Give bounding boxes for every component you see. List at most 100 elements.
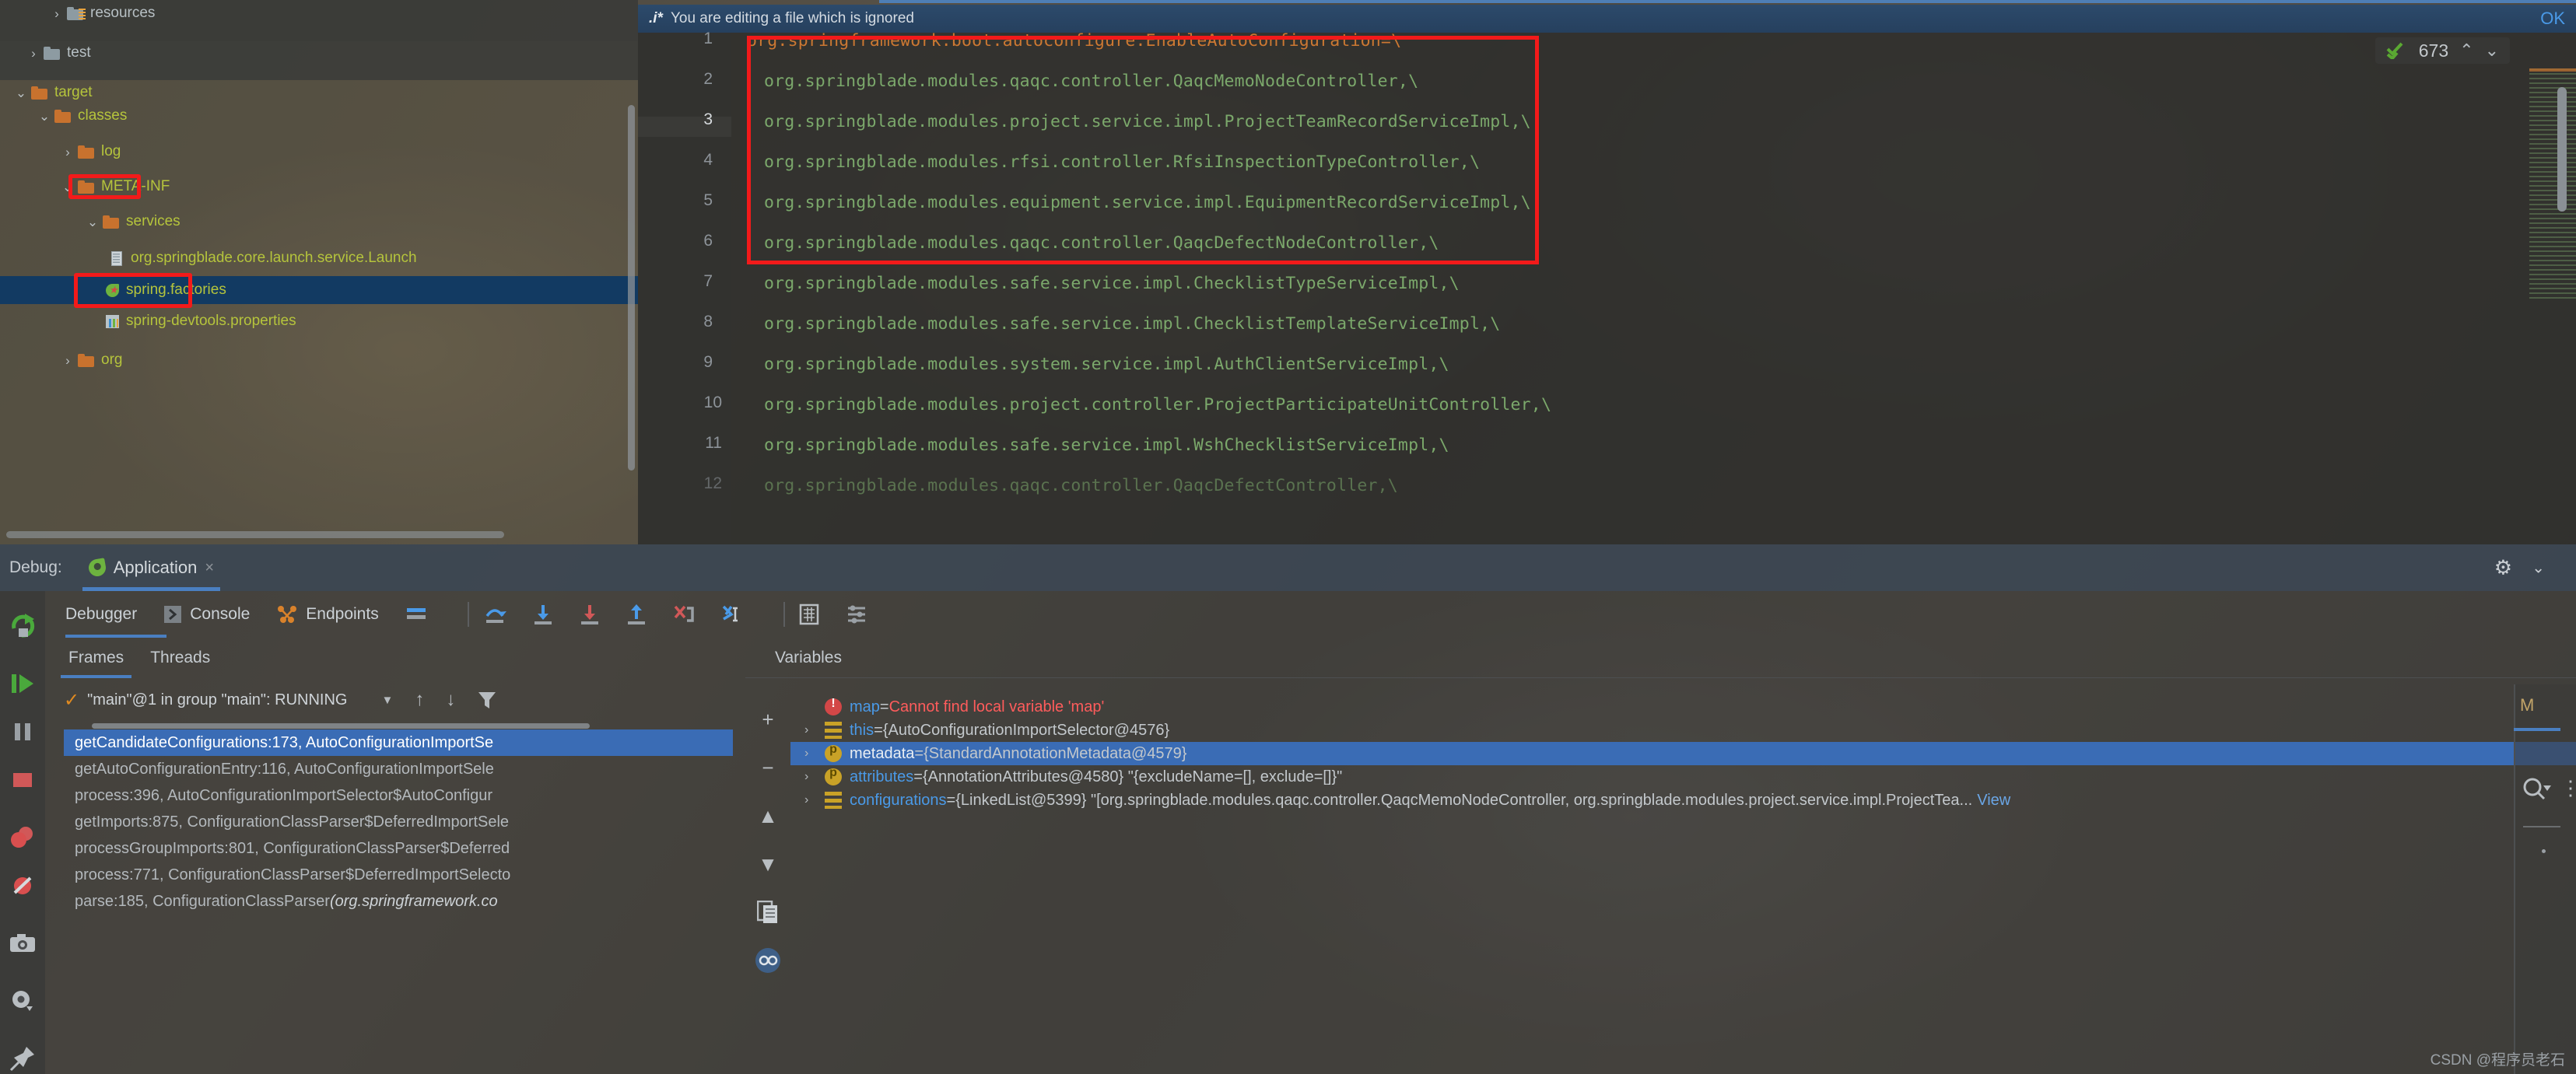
gear-icon[interactable]: ⚙ — [2494, 556, 2512, 580]
step-into-button[interactable] — [533, 603, 553, 625]
tree-item-log[interactable]: › log — [0, 140, 638, 163]
code-editor-area[interactable]: 1 2 3 4 5 6 7 8 9 10 11 12 org.springfra… — [638, 30, 2576, 544]
tab-frames[interactable]: Frames — [60, 638, 132, 678]
camera-snapshot-icon[interactable] — [8, 929, 37, 958]
view-value-link[interactable]: View — [1977, 792, 2010, 810]
chevron-right-icon[interactable]: › — [47, 7, 67, 20]
run-to-cursor-button[interactable] — [721, 603, 743, 625]
layout-settings-button[interactable] — [405, 605, 427, 624]
chevron-down-icon[interactable]: ⌄ — [11, 86, 31, 100]
tree-item-classes[interactable]: ⌄ classes — [0, 104, 638, 128]
tab-debugger[interactable]: Debugger — [65, 605, 137, 624]
inspection-widget[interactable]: 673 ⌃ ⌄ — [2374, 37, 2510, 64]
previous-highlight-icon[interactable]: ⌃ — [2459, 40, 2473, 61]
chevron-right-icon[interactable]: › — [58, 354, 78, 367]
stop-icon[interactable] — [8, 765, 37, 795]
filter-icon[interactable] — [477, 690, 497, 710]
move-watch-up-icon[interactable]: ▲ — [755, 803, 781, 829]
tree-item-meta-inf[interactable]: ⌄ META-INF — [0, 175, 638, 198]
variable-row-configurations[interactable]: › configurations = {LinkedList@5399} "[o… — [790, 789, 2576, 812]
resume-program-icon[interactable] — [8, 669, 37, 698]
variable-row-attributes[interactable]: › attributes = {AnnotationAttributes@458… — [790, 765, 2576, 789]
variable-row-metadata[interactable]: › metadata = {StandardAnnotationMetadata… — [790, 742, 2576, 765]
frames-panel[interactable]: Frames Threads ✓ "main"@1 in group "main… — [45, 638, 733, 1074]
frame-row[interactable]: parse:185, ConfigurationClassParser (org… — [64, 888, 745, 915]
variable-row-map[interactable]: map = Cannot find local variable 'map' — [790, 695, 2576, 719]
tree-item-spring-devtools-properties[interactable]: spring-devtools.properties — [0, 310, 638, 333]
drop-frame-button[interactable] — [673, 603, 695, 625]
rerun-icon[interactable] — [8, 611, 37, 641]
debug-right-rail[interactable]: M ⋮ oaded — [2514, 684, 2576, 1074]
tab-threads[interactable]: Threads — [147, 638, 213, 678]
frame-list[interactable]: getCandidateConfigurations:173, AutoConf… — [64, 729, 745, 915]
next-highlight-icon[interactable]: ⌄ — [2485, 40, 2499, 61]
close-icon[interactable]: × — [205, 559, 214, 577]
frame-row[interactable]: getImports:875, ConfigurationClassParser… — [64, 809, 745, 835]
debug-action-rail[interactable] — [0, 591, 45, 1074]
remove-watch-icon[interactable]: − — [755, 754, 781, 781]
variables-panel[interactable]: Variables + − ▲ ▼ ! map = Cannot find lo… — [745, 638, 2576, 1074]
frame-row[interactable]: getCandidateConfigurations:173, AutoConf… — [64, 729, 733, 756]
step-out-button[interactable] — [626, 603, 647, 625]
editor-panel[interactable]: .i* You are editing a file which is igno… — [638, 0, 2576, 544]
frame-row[interactable]: process:771, ConfigurationClassParser$De… — [64, 862, 745, 888]
settings-gear-icon[interactable] — [8, 986, 37, 1016]
frame-row[interactable]: getAutoConfigurationEntry:116, AutoConfi… — [64, 756, 745, 782]
expander-right-icon[interactable]: › — [804, 770, 825, 784]
chevron-right-icon[interactable]: › — [23, 47, 44, 60]
expander-right-icon[interactable]: › — [804, 723, 825, 737]
code-lines-container[interactable]: org.springframework.boot.autoconfigure.E… — [747, 31, 2576, 544]
tree-item-target[interactable]: ⌄ target — [0, 81, 638, 104]
search-icon[interactable] — [2522, 776, 2553, 803]
move-up-icon[interactable]: ↑ — [415, 689, 424, 711]
tab-endpoints[interactable]: Endpoints — [276, 605, 379, 624]
thread-selector-row[interactable]: ✓ "main"@1 in group "main": RUNNING ▼ ↑ … — [45, 678, 745, 722]
tree-item-spring-factories[interactable]: spring.factories — [0, 276, 638, 304]
frames-horizontal-scrollbar[interactable] — [92, 723, 590, 729]
chevron-down-icon[interactable]: ⌄ — [58, 180, 78, 194]
expander-right-icon[interactable]: › — [804, 747, 825, 761]
chevron-down-icon[interactable]: ▼ — [381, 694, 393, 707]
project-tree-panel[interactable]: › resources › test ⌄ target ⌄ classes › … — [0, 0, 638, 544]
tree-item-resources[interactable]: › resources — [0, 2, 638, 25]
variables-action-rail[interactable]: + − ▲ ▼ — [745, 678, 790, 1074]
tree-item-test[interactable]: › test — [0, 41, 638, 65]
frames-threads-tabs[interactable]: Frames Threads — [45, 638, 745, 678]
debug-toolbar[interactable]: Debugger Console Endpoints — [45, 591, 2576, 638]
variables-rows[interactable]: map = Cannot find local variable 'map' ›… — [790, 683, 2576, 812]
debug-body[interactable]: Debugger Console Endpoints Frames Thread… — [45, 591, 2576, 1074]
view-breakpoints-icon[interactable] — [8, 823, 37, 852]
more-options-icon[interactable]: ⋮ — [2560, 776, 2576, 800]
tree-item-org[interactable]: › org — [0, 348, 638, 372]
variable-row-this[interactable]: › this = {AutoConfigurationImportSelecto… — [790, 719, 2576, 742]
debug-session-tab-application[interactable]: Application × — [82, 544, 221, 591]
debug-panels[interactable]: Frames Threads ✓ "main"@1 in group "main… — [45, 638, 2576, 1074]
pause-program-icon[interactable] — [8, 717, 37, 747]
debug-tool-window[interactable]: Debug: Application × ⚙ ⌄ Debugger Consol… — [0, 544, 2576, 1074]
tree-item-launch-service-file[interactable]: org.springblade.core.launch.service.Laun… — [0, 247, 638, 270]
tab-console[interactable]: Console — [163, 605, 250, 624]
chevron-right-icon[interactable]: › — [58, 145, 78, 159]
editor-minimap[interactable] — [2529, 68, 2576, 302]
right-rail-tab-label[interactable]: M — [2520, 695, 2534, 715]
frame-row[interactable]: process:396, AutoConfigurationImportSele… — [64, 782, 745, 809]
tree-vertical-scrollbar[interactable] — [628, 105, 635, 471]
tree-item-services[interactable]: ⌄ services — [0, 210, 638, 233]
inspect-icon[interactable] — [755, 947, 781, 974]
chevron-down-icon[interactable]: ⌄ — [34, 110, 54, 123]
force-step-into-button[interactable] — [580, 603, 600, 625]
mute-breakpoints-icon[interactable] — [8, 871, 37, 901]
chevron-down-icon[interactable]: ⌄ — [82, 215, 103, 229]
frame-row[interactable]: processGroupImports:801, ConfigurationCl… — [64, 835, 745, 862]
pin-icon[interactable] — [8, 1044, 37, 1073]
copy-value-icon[interactable] — [755, 899, 781, 925]
notification-ok-link[interactable]: OK — [2540, 9, 2565, 29]
evaluate-expression-button[interactable] — [799, 603, 819, 625]
tree-horizontal-scrollbar[interactable] — [6, 531, 504, 538]
move-watch-down-icon[interactable]: ▼ — [755, 851, 781, 877]
editor-vertical-scrollbar[interactable] — [2557, 87, 2567, 212]
step-over-button[interactable] — [483, 603, 506, 625]
move-down-icon[interactable]: ↓ — [446, 689, 455, 711]
add-watch-icon[interactable]: + — [755, 706, 781, 733]
expander-right-icon[interactable]: › — [804, 793, 825, 807]
